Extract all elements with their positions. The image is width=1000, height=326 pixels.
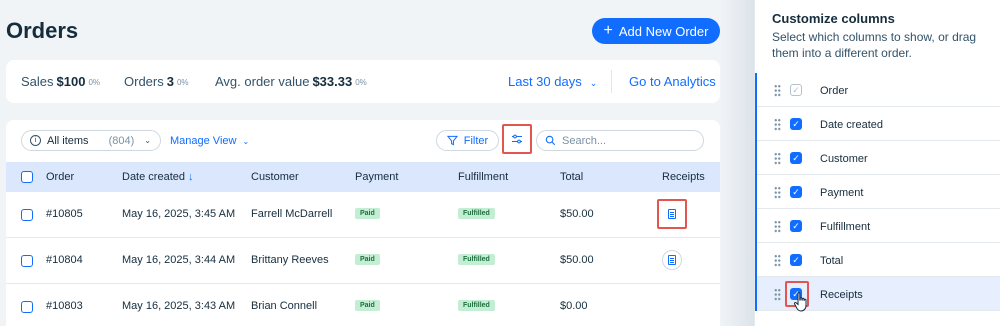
order-total: $0.00 (560, 300, 588, 312)
header-fulfillment[interactable]: Fulfillment (458, 171, 508, 183)
page-title: Orders (6, 18, 79, 43)
view-count: (804) (108, 134, 135, 147)
panel-subtitle: Select which columns to show, or drag th… (772, 30, 977, 60)
drag-handle-icon[interactable] (774, 288, 781, 301)
header-order[interactable]: Order (46, 171, 74, 183)
table-header: Order Date created ↓ Customer Payment Fu… (6, 162, 720, 192)
header-customer[interactable]: Customer (251, 171, 299, 183)
panel-shadow (720, 0, 754, 326)
go-to-analytics-link[interactable]: Go to Analytics (629, 74, 716, 89)
chevron-down-icon: ⌄ (144, 136, 151, 145)
receipt-button[interactable] (657, 199, 687, 229)
column-item-fulfillment[interactable]: ✓ Fulfillment (757, 209, 1000, 243)
order-date: May 16, 2025, 3:45 AM (122, 208, 236, 220)
stat-avg-order-value: Avg. order value $33.33 0% (215, 74, 367, 89)
payment-badge: Paid (355, 300, 380, 311)
column-item-customer[interactable]: ✓ Customer (757, 141, 1000, 175)
row-checkbox[interactable] (21, 301, 33, 313)
view-label: All items (47, 134, 89, 147)
column-checkbox[interactable]: ✓ (790, 118, 802, 130)
sort-arrow-down-icon: ↓ (188, 171, 194, 183)
fulfillment-badge: Fulfilled (458, 254, 495, 265)
column-label: Total (820, 255, 844, 267)
stat-orders: Orders 3 0% (124, 74, 189, 89)
table-row[interactable]: #10804 May 16, 2025, 3:44 AM Brittany Re… (6, 238, 720, 284)
header-date-created[interactable]: Date created ↓ (122, 171, 194, 183)
manage-view-dropdown[interactable]: Manage View ⌄ (170, 135, 249, 147)
filter-button[interactable]: Filter (436, 130, 499, 151)
column-label: Customer (820, 153, 868, 165)
header-payment[interactable]: Payment (355, 171, 398, 183)
divider (611, 70, 612, 93)
header-total[interactable]: Total (560, 171, 583, 183)
column-label: Payment (820, 187, 864, 199)
column-label: Receipts (820, 289, 863, 301)
customer-name: Brittany Reeves (251, 254, 329, 266)
drag-handle-icon[interactable] (774, 186, 781, 199)
column-label: Fulfillment (820, 221, 871, 233)
orders-table-card: i All items (804) ⌄ Manage View ⌄ Filter … (6, 120, 720, 326)
order-number: #10803 (46, 300, 83, 312)
column-checkbox[interactable]: ✓ (790, 254, 802, 266)
drag-handle-icon[interactable] (774, 84, 781, 97)
stats-card: Sales $100 0% Orders 3 0% Avg. order value $3… (6, 60, 720, 103)
filter-label: Filter (463, 134, 489, 147)
add-new-order-button[interactable]: + Add New Order (592, 18, 720, 44)
order-total: $50.00 (560, 254, 594, 266)
order-number: #10805 (46, 208, 83, 220)
header-receipts[interactable]: Receipts (662, 171, 705, 183)
customize-columns-panel: Customize columns Select which columns t… (754, 0, 1000, 326)
column-label: Order (820, 85, 849, 97)
column-checkbox: ✓ (790, 84, 802, 96)
panel-title: Customize columns (772, 11, 895, 26)
column-item-total[interactable]: ✓ Total (757, 243, 1000, 277)
column-item-payment[interactable]: ✓ Payment (757, 175, 1000, 209)
column-item-receipts[interactable]: ✓ Receipts (757, 277, 1000, 312)
hand-cursor-icon (793, 292, 807, 312)
search-input[interactable]: Search... (536, 130, 704, 151)
column-checkbox[interactable]: ✓ (790, 152, 802, 164)
period-dropdown[interactable]: Last 30 days ⌄ (508, 74, 597, 89)
payment-badge: Paid (355, 208, 380, 219)
order-total: $50.00 (560, 208, 594, 220)
table-row[interactable]: #10803 May 16, 2025, 3:43 AM Brian Conne… (6, 284, 720, 326)
order-number: #10804 (46, 254, 83, 266)
column-label: Date created (820, 119, 883, 131)
stat-sales: Sales $100 0% (21, 74, 101, 89)
receipt-icon (668, 209, 676, 219)
drag-handle-icon[interactable] (774, 152, 781, 165)
payment-badge: Paid (355, 254, 380, 265)
sliders-icon (512, 134, 522, 144)
column-checkbox[interactable]: ✓ (790, 220, 802, 232)
chevron-down-icon: ⌄ (589, 78, 598, 88)
select-all-checkbox[interactable] (21, 171, 33, 183)
plus-icon: + (603, 22, 613, 39)
row-checkbox[interactable] (21, 209, 33, 221)
receipt-button[interactable] (662, 250, 682, 270)
fulfillment-badge: Fulfilled (458, 300, 495, 311)
fulfillment-badge: Fulfilled (458, 208, 495, 219)
customize-columns-button[interactable] (502, 124, 532, 154)
customer-name: Farrell McDarrell (251, 208, 333, 220)
column-list: ✓ Order ✓ Date created ✓ Customer ✓ Paym… (755, 73, 1000, 312)
search-icon (545, 135, 556, 146)
chevron-down-icon: ⌄ (242, 137, 250, 146)
drag-handle-icon[interactable] (774, 118, 781, 131)
table-row[interactable]: #10805 May 16, 2025, 3:45 AM Farrell McD… (6, 192, 720, 238)
drag-handle-icon[interactable] (774, 220, 781, 233)
funnel-icon (446, 135, 458, 146)
column-item-date-created[interactable]: ✓ Date created (757, 107, 1000, 141)
info-icon: i (30, 135, 41, 146)
order-date: May 16, 2025, 3:44 AM (122, 254, 236, 266)
customer-name: Brian Connell (251, 300, 318, 312)
row-checkbox[interactable] (21, 255, 33, 267)
column-checkbox[interactable]: ✓ (790, 186, 802, 198)
drag-handle-icon[interactable] (774, 254, 781, 267)
search-placeholder: Search... (562, 134, 607, 147)
view-selector[interactable]: i All items (804) ⌄ (21, 130, 161, 151)
order-date: May 16, 2025, 3:43 AM (122, 300, 236, 312)
receipt-icon (668, 255, 676, 265)
column-item-order[interactable]: ✓ Order (757, 73, 1000, 107)
add-new-order-label: Add New Order (618, 23, 709, 39)
